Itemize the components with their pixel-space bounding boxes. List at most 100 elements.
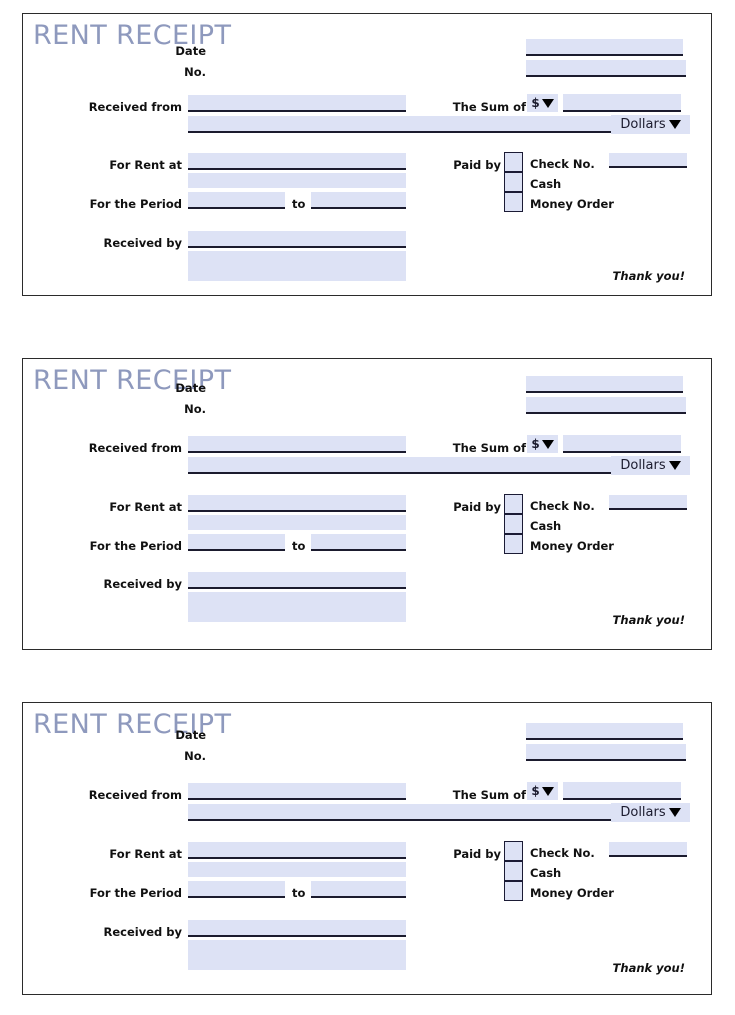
period-to-field[interactable]: [311, 192, 406, 209]
period-separator-to: to: [292, 886, 306, 900]
payment-method-label-cash: Cash: [530, 866, 562, 880]
payment-method-label-cash: Cash: [530, 519, 562, 533]
rent-receipt-card-3: RENT RECEIPT Date No. Received from The …: [22, 702, 712, 995]
date-field[interactable]: [526, 376, 683, 393]
received-by-label: Received by: [103, 236, 182, 250]
received-by-field-line2[interactable]: [188, 251, 406, 281]
rent-receipt-card-2: RENT RECEIPT Date No. Received from The …: [22, 358, 712, 650]
sum-of-label: The Sum of: [452, 788, 526, 802]
sum-of-label: The Sum of: [452, 441, 526, 455]
for-rent-at-field-line2[interactable]: [188, 515, 406, 530]
date-label: Date: [175, 381, 206, 395]
currency-symbol-dropdown[interactable]: $: [527, 94, 558, 112]
check-number-field[interactable]: [609, 153, 687, 168]
currency-symbol-text: $: [531, 437, 540, 451]
currency-unit-text: Dollars: [620, 805, 666, 820]
paid-by-label: Paid by: [453, 847, 501, 861]
for-rent-at-field-line2[interactable]: [188, 173, 406, 188]
checkbox-money-order[interactable]: [504, 881, 523, 901]
triangle-down-icon: [541, 439, 554, 449]
payment-method-label-money-order: Money Order: [530, 539, 614, 553]
currency-unit-dropdown[interactable]: Dollars: [611, 803, 690, 822]
currency-symbol-dropdown[interactable]: $: [527, 782, 558, 800]
paid-by-label: Paid by: [453, 500, 501, 514]
rent-receipt-card-1: RENT RECEIPT Date No. Received from The …: [22, 13, 712, 296]
payment-method-label-money-order: Money Order: [530, 197, 614, 211]
date-label: Date: [175, 44, 206, 58]
received-by-label: Received by: [103, 925, 182, 939]
currency-unit-dropdown[interactable]: Dollars: [611, 115, 690, 134]
triangle-down-icon: [668, 120, 681, 129]
checkbox-cash[interactable]: [504, 172, 523, 192]
paid-by-label: Paid by: [453, 158, 501, 172]
received-by-field-line2[interactable]: [188, 592, 406, 622]
for-the-period-label: For the Period: [89, 197, 182, 211]
amount-in-words-field[interactable]: [188, 116, 612, 133]
for-the-period-label: For the Period: [89, 539, 182, 553]
thank-you-footer: Thank you!: [612, 269, 685, 283]
amount-field[interactable]: [563, 782, 681, 800]
received-from-field[interactable]: [188, 95, 406, 112]
sum-of-label: The Sum of: [452, 100, 526, 114]
number-field[interactable]: [526, 60, 686, 77]
received-from-field[interactable]: [188, 783, 406, 800]
checkbox-check[interactable]: [504, 152, 523, 172]
amount-field[interactable]: [563, 435, 681, 453]
period-from-field[interactable]: [188, 881, 285, 898]
date-field[interactable]: [526, 39, 683, 56]
currency-unit-dropdown[interactable]: Dollars: [611, 456, 690, 475]
amount-field[interactable]: [563, 94, 681, 112]
for-rent-at-field-line2[interactable]: [188, 862, 406, 877]
number-label: No.: [184, 402, 206, 416]
currency-unit-text: Dollars: [620, 458, 666, 473]
checkbox-money-order[interactable]: [504, 534, 523, 554]
received-by-field-line2[interactable]: [188, 940, 406, 970]
for-rent-at-label: For Rent at: [109, 847, 182, 861]
received-by-field[interactable]: [188, 572, 406, 589]
check-number-field[interactable]: [609, 495, 687, 510]
check-number-field[interactable]: [609, 842, 687, 857]
currency-symbol-text: $: [531, 784, 540, 798]
checkbox-check[interactable]: [504, 841, 523, 861]
thank-you-footer: Thank you!: [612, 961, 685, 975]
period-to-field[interactable]: [311, 534, 406, 551]
payment-method-label-money-order: Money Order: [530, 886, 614, 900]
date-field[interactable]: [526, 723, 683, 740]
triangle-down-icon: [668, 808, 681, 817]
checkbox-cash[interactable]: [504, 861, 523, 881]
checkbox-check[interactable]: [504, 494, 523, 514]
checkbox-cash[interactable]: [504, 514, 523, 534]
amount-in-words-field[interactable]: [188, 457, 612, 474]
received-from-field[interactable]: [188, 436, 406, 453]
payment-method-label-check: Check No.: [530, 157, 595, 171]
triangle-down-icon: [541, 786, 554, 796]
received-from-label: Received from: [88, 441, 182, 455]
currency-symbol-dropdown[interactable]: $: [527, 435, 558, 453]
for-rent-at-field[interactable]: [188, 495, 406, 512]
received-from-label: Received from: [88, 788, 182, 802]
period-separator-to: to: [292, 539, 306, 553]
for-rent-at-label: For Rent at: [109, 158, 182, 172]
thank-you-footer: Thank you!: [612, 613, 685, 627]
period-separator-to: to: [292, 197, 306, 211]
number-label: No.: [184, 749, 206, 763]
payment-method-label-check: Check No.: [530, 846, 595, 860]
number-field[interactable]: [526, 397, 686, 414]
payment-method-label-cash: Cash: [530, 177, 562, 191]
checkbox-money-order[interactable]: [504, 192, 523, 212]
period-from-field[interactable]: [188, 534, 285, 551]
date-label: Date: [175, 728, 206, 742]
currency-symbol-text: $: [531, 96, 540, 110]
for-rent-at-label: For Rent at: [109, 500, 182, 514]
received-by-field[interactable]: [188, 920, 406, 937]
for-rent-at-field[interactable]: [188, 153, 406, 170]
received-by-label: Received by: [103, 577, 182, 591]
received-by-field[interactable]: [188, 231, 406, 248]
payment-method-label-check: Check No.: [530, 499, 595, 513]
period-to-field[interactable]: [311, 881, 406, 898]
for-rent-at-field[interactable]: [188, 842, 406, 859]
period-from-field[interactable]: [188, 192, 285, 209]
number-field[interactable]: [526, 744, 686, 761]
amount-in-words-field[interactable]: [188, 804, 612, 821]
received-from-label: Received from: [88, 100, 182, 114]
